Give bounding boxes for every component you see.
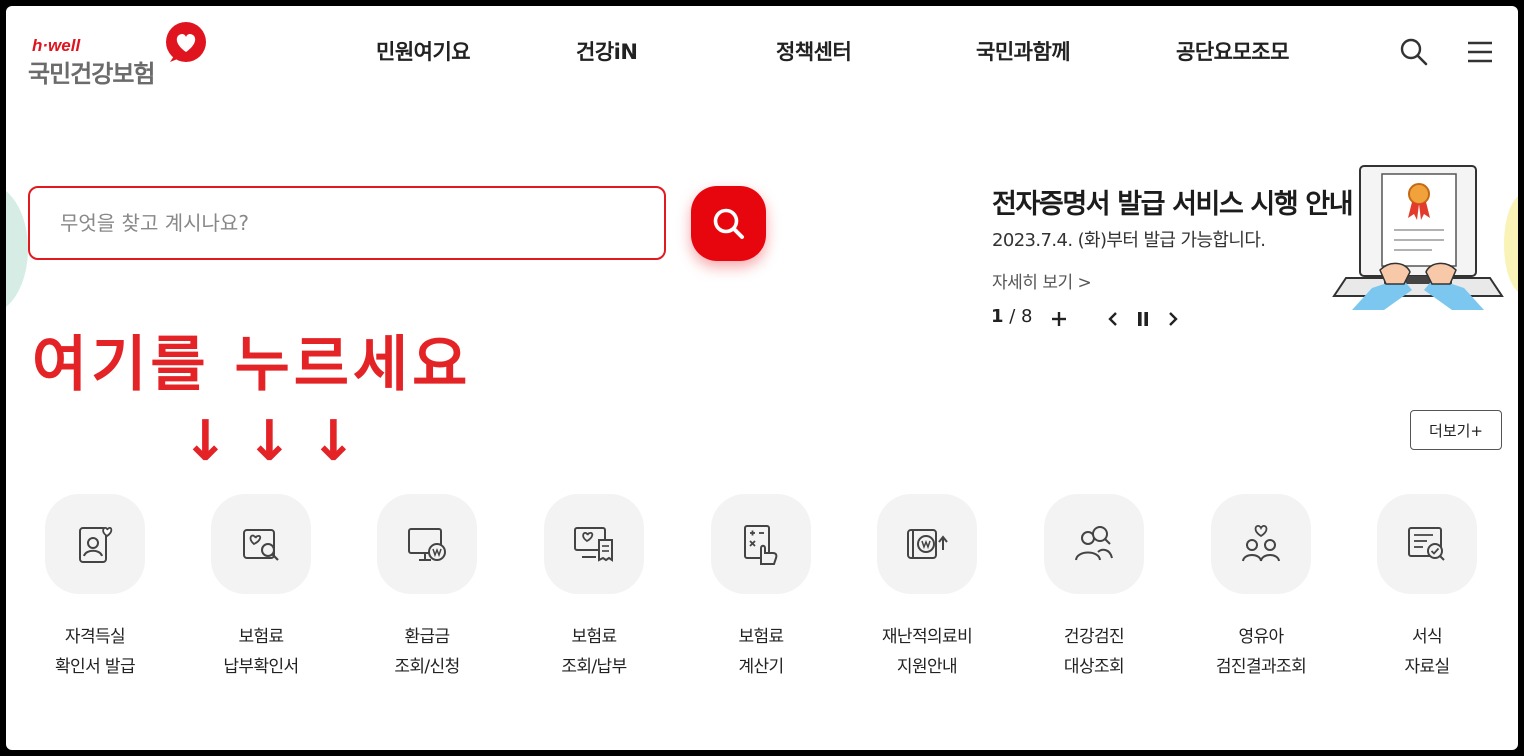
monitor-won-icon [377, 494, 477, 594]
quick-menu-forms-library[interactable]: 서식 자료실 [1352, 494, 1502, 694]
annotation-arrow: ↓ [246, 409, 293, 474]
quick-menu-health-checkup-target[interactable]: 건강검진 대상조회 [1019, 494, 1169, 694]
family-heart-icon [1211, 494, 1311, 594]
document-search-icon [211, 494, 311, 594]
id-card-icon [45, 494, 145, 594]
quick-menu-label: 보험료 납부확인서 [223, 627, 299, 677]
page: h·well 국민건강보험 민원여기요 건강iN 정책센터 국민과함께 공단요모… [6, 6, 1518, 750]
nav-item-about-nhis[interactable]: 공단요모조모 [1176, 36, 1289, 66]
annotation-arrow: ↓ [182, 409, 229, 474]
banner-pager: 1 / 8 [991, 306, 1033, 332]
banner-more-link[interactable]: 자세히 보기 > [992, 268, 1092, 293]
decorative-circle-left [6, 184, 28, 314]
quick-menu-label: 환급금 조회/신청 [394, 627, 460, 677]
quick-menu-infant-checkup-results[interactable]: 영유아 검진결과조회 [1186, 494, 1336, 694]
nav-item-health-in[interactable]: 건강iN [576, 36, 638, 66]
laptop-certificate-illustration [1332, 160, 1504, 312]
more-button[interactable]: 더보기+ [1410, 410, 1502, 450]
quick-menu-label: 영유아 검진결과조회 [1215, 627, 1307, 677]
quick-menu-premium-payment-certificate[interactable]: 보험료 납부확인서 [186, 494, 336, 694]
quick-menu-label: 보험료 계산기 [738, 627, 784, 677]
quick-menu-label: 건강검진 대상조회 [1063, 627, 1125, 677]
quick-menu-label: 자격득실 확인서 발급 [54, 627, 136, 677]
quick-menu-catastrophic-medical-support[interactable]: 재난적의료비 지원안내 [852, 494, 1002, 694]
pause-icon[interactable] [1132, 308, 1154, 330]
monitor-receipt-icon [544, 494, 644, 594]
pager-separator: / [1003, 306, 1022, 327]
chevron-right-icon[interactable] [1162, 308, 1184, 330]
banner-subtitle: 2023.7.4. (화)부터 발급 가능합니다. [992, 230, 1266, 251]
menu-icon[interactable] [1464, 36, 1496, 68]
people-search-icon [1044, 494, 1144, 594]
quick-menu-refund-inquiry[interactable]: 환급금 조회/신청 [352, 494, 502, 694]
quick-menu-qualification-certificate[interactable]: 자격득실 확인서 발급 [20, 494, 170, 694]
search-button[interactable] [691, 186, 766, 261]
nav-item-civil-service[interactable]: 민원여기요 [376, 36, 471, 66]
nav-item-policy-center[interactable]: 정책센터 [776, 36, 852, 66]
banner-title[interactable]: 전자증명서 발급 서비스 시행 안내 [992, 182, 1354, 221]
annotation-arrow: ↓ [310, 409, 357, 474]
plus-icon[interactable] [1048, 308, 1070, 330]
search-box [28, 186, 666, 260]
chevron-left-icon[interactable] [1102, 308, 1124, 330]
quick-menu-label: 재난적의료비 지원안내 [881, 627, 973, 677]
pager-current: 1 [991, 306, 1004, 327]
form-document-icon [1377, 494, 1477, 594]
nav-item-with-citizens[interactable]: 국민과함께 [976, 36, 1071, 66]
main-nav: 민원여기요 건강iN 정책센터 국민과함께 공단요모조모 [6, 36, 1518, 72]
calculator-icon [711, 494, 811, 594]
quick-menu-premium-inquiry-payment[interactable]: 보험료 조회/납부 [519, 494, 669, 694]
search-input[interactable] [60, 188, 640, 257]
wallet-won-icon [877, 494, 977, 594]
search-icon[interactable] [1398, 36, 1430, 68]
quick-menu-label: 서식 자료실 [1404, 627, 1450, 677]
decorative-circle-right [1504, 194, 1518, 294]
quick-menu-label: 보험료 조회/납부 [561, 627, 627, 677]
annotation-click-here: 여기를 누르세요 [32, 330, 472, 400]
pager-total: 8 [1021, 306, 1033, 327]
quick-menu-premium-calculator[interactable]: 보험료 계산기 [686, 494, 836, 694]
search-icon [713, 208, 744, 239]
